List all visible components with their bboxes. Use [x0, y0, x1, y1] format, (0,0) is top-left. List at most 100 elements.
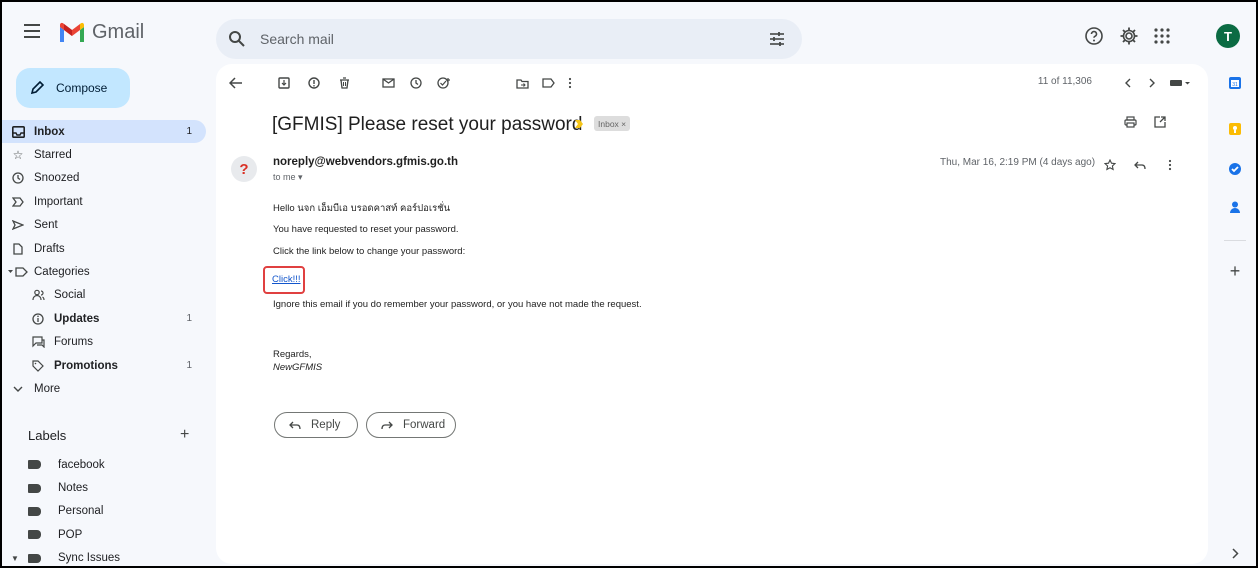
top-bar: Gmail T — [2, 2, 1256, 66]
more-vert-icon[interactable] — [562, 75, 578, 91]
move-to-icon[interactable] — [514, 75, 530, 91]
sidebar-item-sent[interactable]: Sent — [2, 214, 206, 237]
main-menu-button[interactable] — [24, 24, 44, 44]
label-item-personal[interactable]: Personal — [2, 500, 206, 523]
reply-button[interactable]: Reply — [274, 412, 358, 438]
search-options-icon[interactable] — [768, 30, 786, 48]
sidebar-item-label: Sent — [34, 219, 58, 232]
label-item-notes[interactable]: Notes — [2, 476, 206, 499]
sidebar-item-label: Categories — [34, 266, 90, 279]
send-icon — [11, 218, 25, 232]
forward-button[interactable]: Forward — [366, 412, 456, 438]
sidebar-item-inbox[interactable]: Inbox 1 — [2, 120, 206, 144]
inbox-icon — [11, 125, 25, 139]
label-item-label: Sync Issues — [58, 552, 120, 565]
sidebar-item-forums[interactable]: Forums — [2, 331, 206, 354]
important-icon — [11, 195, 25, 209]
help-icon[interactable] — [1084, 26, 1104, 46]
account-avatar[interactable]: T — [1216, 24, 1240, 48]
sender-email[interactable]: noreply@webvendors.gfmis.go.th — [273, 156, 458, 168]
expand-caret-icon[interactable]: ▼ — [11, 554, 19, 563]
expand-side-panel-icon[interactable] — [1226, 544, 1244, 562]
keep-icon[interactable] — [1226, 120, 1244, 138]
reply-icon — [289, 421, 301, 429]
reply-icon[interactable] — [1132, 157, 1148, 173]
sidebar-item-label: Drafts — [34, 242, 65, 255]
newer-chevron-icon[interactable] — [1120, 75, 1136, 91]
sidebar-item-label: Updates — [54, 312, 100, 325]
people-icon — [31, 288, 45, 302]
add-task-icon[interactable] — [436, 75, 452, 91]
calendar-icon[interactable]: 31 — [1226, 74, 1244, 92]
gmail-m-icon — [60, 22, 84, 42]
get-addons-icon[interactable]: + — [1226, 261, 1244, 281]
forum-icon — [31, 335, 45, 349]
gmail-logo[interactable]: Gmail — [58, 21, 144, 44]
mark-unread-icon[interactable] — [380, 75, 396, 91]
sidebar-item-more[interactable]: More — [2, 377, 206, 400]
labels-heading: Labels — [28, 428, 67, 443]
label-item-label: Personal — [58, 505, 104, 518]
label-item-pop[interactable]: POP — [2, 523, 206, 546]
label-icon — [6, 265, 30, 279]
reset-password-link[interactable]: Click!!! — [272, 274, 301, 285]
sidebar-item-label: Promotions — [54, 359, 118, 372]
sidebar-nav: Inbox 1 ☆ Starred Snoozed Important Sent… — [2, 120, 206, 401]
label-item-label: facebook — [58, 458, 105, 471]
delete-icon[interactable] — [336, 75, 352, 91]
hamburger-line — [24, 30, 40, 32]
label-icon[interactable] — [540, 75, 556, 91]
sidebar-item-label: Starred — [34, 149, 72, 162]
body-line: You have requested to reset your passwor… — [273, 223, 459, 235]
search-icon[interactable] — [228, 30, 246, 48]
sidebar-item-label: Inbox — [34, 125, 65, 138]
forward-label: Forward — [403, 419, 446, 431]
label-item-label: Notes — [58, 482, 89, 495]
input-tools-icon[interactable] — [1168, 75, 1192, 91]
closing: Regards, — [273, 349, 312, 360]
label-item-sync-issues[interactable]: ▼ Sync Issues — [2, 547, 206, 568]
sidebar-item-social[interactable]: Social — [2, 284, 206, 307]
back-arrow-icon[interactable] — [228, 75, 244, 91]
reply-label: Reply — [311, 419, 341, 431]
message-date: Thu, Mar 16, 2:19 PM (4 days ago) — [940, 157, 1096, 168]
report-spam-icon[interactable] — [306, 75, 322, 91]
svg-text:31: 31 — [1232, 82, 1238, 88]
sidebar-item-starred[interactable]: ☆ Starred — [2, 143, 206, 166]
pencil-icon — [30, 81, 44, 95]
signature: NewGFMIS — [273, 362, 323, 373]
recipient-details-toggle[interactable]: to me ▾ — [273, 172, 303, 183]
sidebar-item-label: Snoozed — [34, 172, 80, 185]
sidebar-item-promotions[interactable]: Promotions 1 — [2, 354, 206, 377]
apps-grid-icon[interactable] — [1152, 26, 1172, 46]
sender-avatar[interactable]: ? — [231, 156, 257, 182]
sidebar-item-label: More — [34, 382, 61, 395]
forward-icon — [381, 421, 393, 429]
search-input[interactable] — [260, 29, 700, 49]
open-new-window-icon[interactable] — [1152, 114, 1168, 130]
settings-gear-icon[interactable] — [1119, 26, 1139, 46]
contacts-icon[interactable] — [1226, 198, 1244, 216]
rail-divider — [1224, 240, 1246, 241]
tasks-icon[interactable] — [1226, 160, 1244, 178]
compose-button[interactable]: Compose — [16, 68, 130, 108]
sidebar-item-label: Important — [34, 195, 83, 208]
app-name: Gmail — [92, 21, 145, 43]
older-chevron-icon[interactable] — [1144, 75, 1160, 91]
sidebar-item-categories[interactable]: Categories — [2, 260, 206, 283]
message-more-icon[interactable] — [1162, 157, 1178, 173]
star-icon[interactable] — [1102, 157, 1118, 173]
sidebar-item-snoozed[interactable]: Snoozed — [2, 167, 206, 190]
sidebar-item-updates[interactable]: Updates 1 — [2, 307, 206, 330]
inbox-label-chip[interactable]: Inbox × — [594, 116, 631, 131]
archive-icon[interactable] — [276, 75, 292, 91]
compose-label: Compose — [56, 81, 108, 95]
snooze-icon[interactable] — [408, 75, 424, 91]
label-item-facebook[interactable]: facebook — [2, 453, 206, 476]
sidebar-item-drafts[interactable]: Drafts — [2, 237, 206, 260]
important-marker-icon[interactable] — [574, 119, 584, 129]
print-icon[interactable] — [1122, 114, 1138, 130]
add-label-button[interactable]: + — [180, 426, 189, 444]
sidebar-item-important[interactable]: Important — [2, 190, 206, 213]
unread-count: 1 — [186, 126, 192, 138]
